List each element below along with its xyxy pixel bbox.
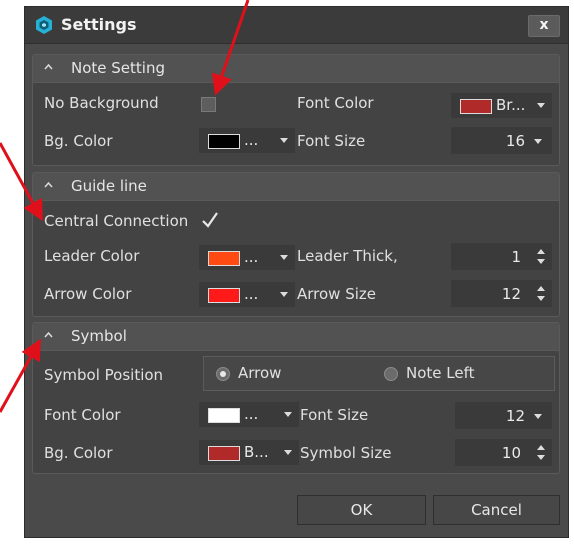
guide-line-header[interactable]: Guide line [33,173,559,201]
combo-text: ... [244,131,259,149]
dropdown-arrow-icon [534,139,542,144]
symbol-bg-color-label: Bg. Color [44,444,113,462]
symbol-header[interactable]: Symbol [33,323,559,351]
note-setting-header[interactable]: Note Setting [33,55,559,83]
cancel-button-label: Cancel [471,501,522,519]
symbol-bg-color-picker[interactable]: B... [199,440,299,465]
color-swatch [208,288,240,303]
chevron-up-icon [44,181,53,188]
combo-text: ... [244,285,259,303]
radio-note-left-label[interactable]: Note Left [406,364,475,382]
symbol-position-radio-group: Arrow Note Left [203,356,555,391]
leader-thick-label: Leader Thick, [297,247,398,265]
chevron-up-icon [44,331,53,338]
font-color-picker[interactable]: Br... [451,93,552,118]
symbol-font-color-picker[interactable]: ... [199,402,299,427]
dropdown-arrow-icon [534,414,542,419]
color-swatch [460,99,492,114]
font-size-select[interactable]: 16 [451,127,552,154]
spin-arrows-icon[interactable] [537,285,545,302]
combo-text: Br... [496,96,526,114]
symbol-size-spinbox[interactable]: 10 [455,439,552,466]
leader-color-picker[interactable]: ... [199,245,295,270]
spin-value: 10 [501,444,521,462]
settings-dialog: Settings x Note Setting No Background Fo… [24,6,569,538]
checkmark-icon[interactable] [201,211,219,229]
dropdown-arrow-icon [280,255,288,260]
leader-thick-spinbox[interactable]: 1 [451,243,552,270]
no-background-checkbox[interactable] [201,97,216,112]
symbol-font-size-select[interactable]: 12 [455,402,552,429]
symbol-group: Symbol Symbol Position Arrow Note Left F… [32,322,560,474]
bg-color-picker[interactable]: ... [199,128,295,153]
radio-arrow-label[interactable]: Arrow [238,364,281,382]
group-title: Symbol [71,327,127,345]
arrow-color-picker[interactable]: ... [199,282,295,307]
arrow-size-label: Arrow Size [297,285,377,303]
group-title: Note Setting [71,59,165,77]
dropdown-arrow-icon [280,292,288,297]
radio-arrow[interactable] [216,367,230,381]
spin-value: 1 [511,248,521,266]
combo-text: ... [244,405,259,423]
symbol-position-label: Symbol Position [44,366,164,384]
close-icon: x [539,17,549,33]
central-connection-label: Central Connection [44,212,189,230]
symbol-font-size-label: Font Size [300,406,369,424]
window-title: Settings [61,15,137,34]
close-button[interactable]: x [528,15,560,37]
symbol-font-color-label: Font Color [44,406,121,424]
color-swatch [208,251,240,266]
select-value: 16 [505,132,525,150]
symbol-size-label: Symbol Size [300,444,392,462]
spin-arrows-icon[interactable] [537,444,545,461]
chevron-up-icon [44,63,53,70]
spin-value: 12 [501,285,521,303]
combo-text: ... [244,248,259,266]
dropdown-arrow-icon [284,412,292,417]
leader-color-label: Leader Color [44,247,140,265]
group-title: Guide line [71,177,147,195]
guide-line-group: Guide line Central Connection Leader Col… [32,172,560,317]
color-swatch [208,408,240,423]
dropdown-arrow-icon [280,138,288,143]
color-swatch [208,446,240,461]
title-bar: Settings x [25,7,568,44]
bg-color-label: Bg. Color [44,132,113,150]
app-logo-icon [36,16,52,34]
color-swatch [208,134,240,149]
spin-arrows-icon[interactable] [537,248,545,265]
font-size-label: Font Size [297,132,366,150]
cancel-button[interactable]: Cancel [433,495,560,525]
ok-button[interactable]: OK [297,495,426,525]
note-setting-group: Note Setting No Background Font Color Br… [32,54,560,166]
ok-button-label: OK [350,501,373,519]
dropdown-arrow-icon [537,103,545,108]
select-value: 12 [505,407,525,425]
arrow-color-label: Arrow Color [44,285,132,303]
combo-text: B... [244,443,269,461]
radio-note-left[interactable] [384,367,398,381]
dropdown-arrow-icon [284,450,292,455]
no-background-label: No Background [44,94,159,112]
font-color-label: Font Color [297,94,374,112]
arrow-size-spinbox[interactable]: 12 [451,280,552,307]
